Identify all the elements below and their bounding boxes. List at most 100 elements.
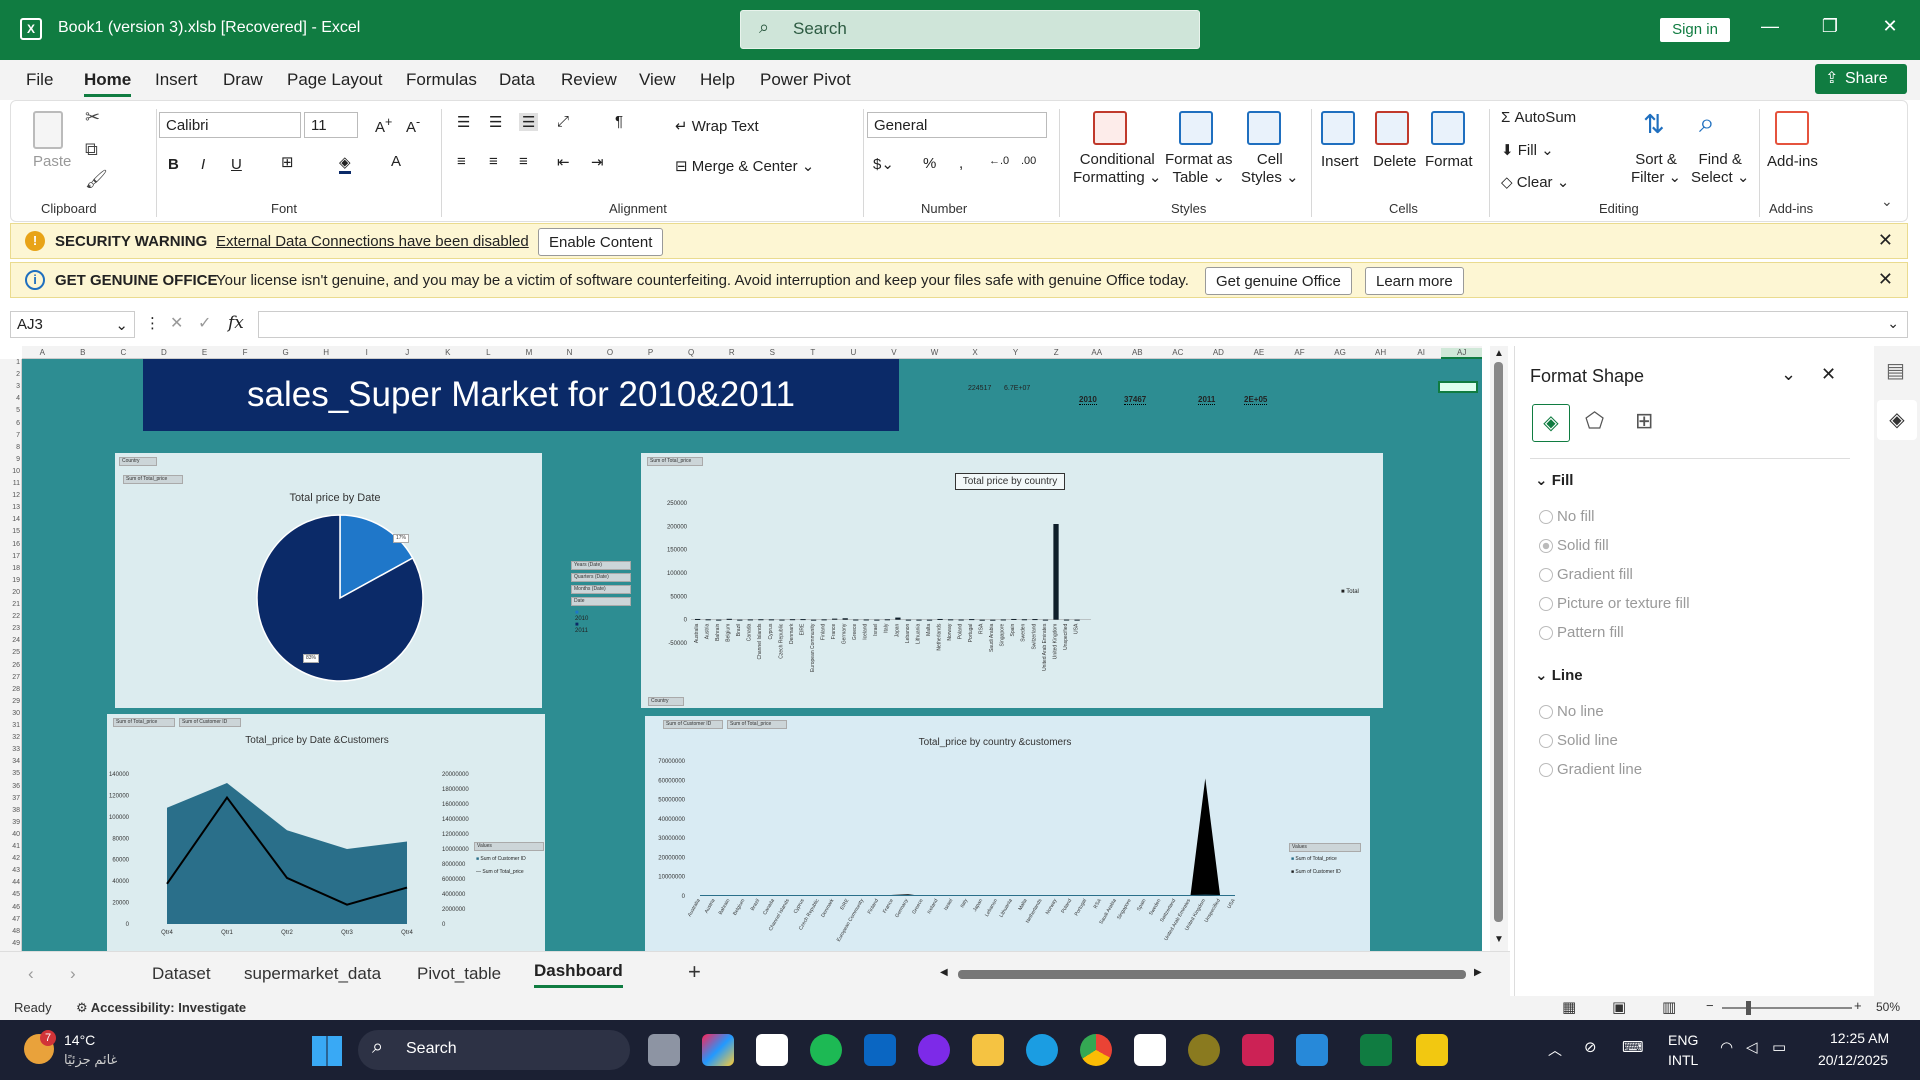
delete-cells-button[interactable]: Delete <box>1373 153 1416 170</box>
wrap-text-button[interactable]: ↵ Wrap Text <box>675 117 759 135</box>
enable-content-button[interactable]: Enable Content <box>538 228 664 256</box>
bold-icon[interactable]: B <box>168 156 179 173</box>
area-field-total-price[interactable]: Sum of Total_price <box>113 718 175 727</box>
row-header[interactable]: 34 <box>2 758 20 765</box>
format-as-table-button[interactable]: Format as Table ⌄ <box>1165 151 1233 187</box>
excel-taskbar-icon[interactable] <box>1360 1034 1392 1066</box>
row-header[interactable]: 23 <box>2 625 20 632</box>
row-header[interactable]: 39 <box>2 819 20 826</box>
paste-button[interactable]: Paste <box>33 153 71 170</box>
column-header[interactable]: O <box>590 348 631 357</box>
row-header[interactable]: 9 <box>2 456 20 463</box>
row-header[interactable]: 20 <box>2 589 20 596</box>
clear-button[interactable]: ◇ Clear ⌄ <box>1501 173 1569 191</box>
years-date-field[interactable]: Years (Date) <box>571 561 631 570</box>
restore-icon[interactable]: ❐ <box>1810 16 1850 37</box>
autosum-button[interactable]: Σ AutoSum <box>1501 109 1576 126</box>
font-size-box[interactable]: 11 <box>304 112 358 138</box>
copy-icon[interactable]: ⧉ <box>85 139 98 160</box>
scroll-up-icon[interactable]: ▲ <box>1494 348 1504 359</box>
column-header[interactable]: V <box>874 348 915 357</box>
column-header[interactable]: D <box>144 348 185 357</box>
format-shape-strip-icon[interactable]: ◈ <box>1877 400 1917 440</box>
cell-styles-button[interactable]: Cell Styles ⌄ <box>1241 151 1299 187</box>
column-header[interactable]: X <box>955 348 996 357</box>
cell-year-2011[interactable]: 2011 <box>1198 395 1216 405</box>
share-button[interactable]: ⇪ Share <box>1815 64 1907 94</box>
close-icon[interactable]: ✕ <box>1870 16 1910 37</box>
accessibility-status[interactable]: ⚙ Accessibility: Investigate <box>76 1000 246 1016</box>
area-field-customer-id[interactable]: Sum of Customer ID <box>179 718 241 727</box>
zoom-slider[interactable] <box>1722 1007 1852 1009</box>
align-top-icon[interactable]: ☰ <box>457 113 470 131</box>
tab-pivot-table[interactable]: Pivot_table <box>417 964 501 984</box>
formula-input[interactable]: ⌄ <box>258 311 1908 338</box>
collapse-ribbon-icon[interactable]: ⌄ <box>1881 193 1893 210</box>
conditional-formatting-button[interactable]: Conditional Formatting ⌄ <box>1073 151 1161 187</box>
row-header[interactable]: 37 <box>2 795 20 802</box>
paste-icon[interactable] <box>33 111 63 149</box>
wifi-icon[interactable]: ◠ <box>1720 1038 1733 1056</box>
canva-icon[interactable] <box>918 1034 950 1066</box>
cell-value-b[interactable]: 6.7E+07 <box>1004 385 1030 392</box>
line-section-header[interactable]: ⌄ Line <box>1535 666 1583 684</box>
security-warning-message[interactable]: External Data Connections have been disa… <box>216 233 529 250</box>
powerbi-icon[interactable] <box>1416 1034 1448 1066</box>
fill-line-tab-icon[interactable]: ◈ <box>1532 404 1570 442</box>
area-chart-panel[interactable]: Sum of Total_price Sum of Customer ID To… <box>107 714 545 951</box>
column-header[interactable]: AD <box>1198 348 1239 357</box>
row-header[interactable]: 2 <box>2 371 20 378</box>
column-header[interactable]: U <box>833 348 874 357</box>
more-options-icon[interactable]: ⋮ <box>145 314 160 332</box>
column-header[interactable]: L <box>468 348 509 357</box>
scroll-down-icon[interactable]: ▼ <box>1494 934 1504 945</box>
grow-font-icon[interactable]: A+ <box>375 115 392 136</box>
row-header[interactable]: 14 <box>2 516 20 523</box>
column-header[interactable]: AA <box>1076 348 1117 357</box>
volume-icon[interactable]: ◁ <box>1746 1038 1758 1056</box>
column-header[interactable]: Y <box>995 348 1036 357</box>
fill-button[interactable]: ⬇ Fill ⌄ <box>1501 141 1554 159</box>
clock-date[interactable]: 20/12/2025 <box>1818 1052 1888 1068</box>
scroll-right-icon[interactable]: ▶ <box>1474 967 1482 978</box>
spotify-icon[interactable] <box>810 1034 842 1066</box>
paint-icon[interactable] <box>1242 1034 1274 1066</box>
column-header[interactable]: AH <box>1360 348 1401 357</box>
months-date-field[interactable]: Months (Date) <box>571 585 631 594</box>
underline-icon[interactable]: U <box>231 156 242 173</box>
row-header[interactable]: 24 <box>2 637 20 644</box>
menu-view[interactable]: View <box>639 70 676 90</box>
column-header[interactable]: AI <box>1401 348 1442 357</box>
column-header[interactable]: AC <box>1158 348 1199 357</box>
cell-value-2010[interactable]: 37467 <box>1124 395 1147 405</box>
column-header[interactable]: G <box>265 348 306 357</box>
get-genuine-office-button[interactable]: Get genuine Office <box>1205 267 1352 295</box>
pattern-fill-option[interactable]: Pattern fill <box>1539 624 1624 641</box>
bar-country-filter-button[interactable]: Country <box>648 697 684 706</box>
number-format-box[interactable]: General <box>867 112 1047 138</box>
gradient-line-option[interactable]: Gradient line <box>1539 761 1642 778</box>
pane-collapse-icon[interactable]: ⌄ <box>1781 364 1796 385</box>
row-header[interactable]: 10 <box>2 468 20 475</box>
format-painter-icon[interactable]: 🖌 <box>85 169 108 190</box>
column-header[interactable]: T <box>793 348 834 357</box>
row-header[interactable]: 3 <box>2 383 20 390</box>
add-sheet-icon[interactable]: + <box>688 959 701 985</box>
confirm-entry-icon[interactable]: ✓ <box>198 313 211 333</box>
bar-sum-total-price-field[interactable]: Sum of Total_price <box>647 457 703 466</box>
no-line-option[interactable]: No line <box>1539 703 1604 720</box>
page-break-view-icon[interactable]: ▥ <box>1662 998 1676 1016</box>
scroll-left-icon[interactable]: ◀ <box>940 967 948 978</box>
pie-chart-panel[interactable]: Country Sum of Total_price Total price b… <box>115 453 631 708</box>
picture-fill-option[interactable]: Picture or texture fill <box>1539 595 1690 612</box>
row-header[interactable]: 5 <box>2 407 20 414</box>
row-header[interactable]: 1 <box>2 359 20 366</box>
align-left-icon[interactable]: ≡ <box>457 153 466 170</box>
zoom-thumb[interactable] <box>1746 1001 1751 1015</box>
file-manager-icon[interactable] <box>648 1034 680 1066</box>
solid-line-option[interactable]: Solid line <box>1539 732 1618 749</box>
solid-fill-option[interactable]: Solid fill <box>1539 537 1609 554</box>
dashboard-banner[interactable]: sales_Super Market for 2010&2011 <box>143 359 899 431</box>
row-header[interactable]: 15 <box>2 528 20 535</box>
taskbar-search[interactable]: ⌕ Search <box>358 1030 630 1070</box>
